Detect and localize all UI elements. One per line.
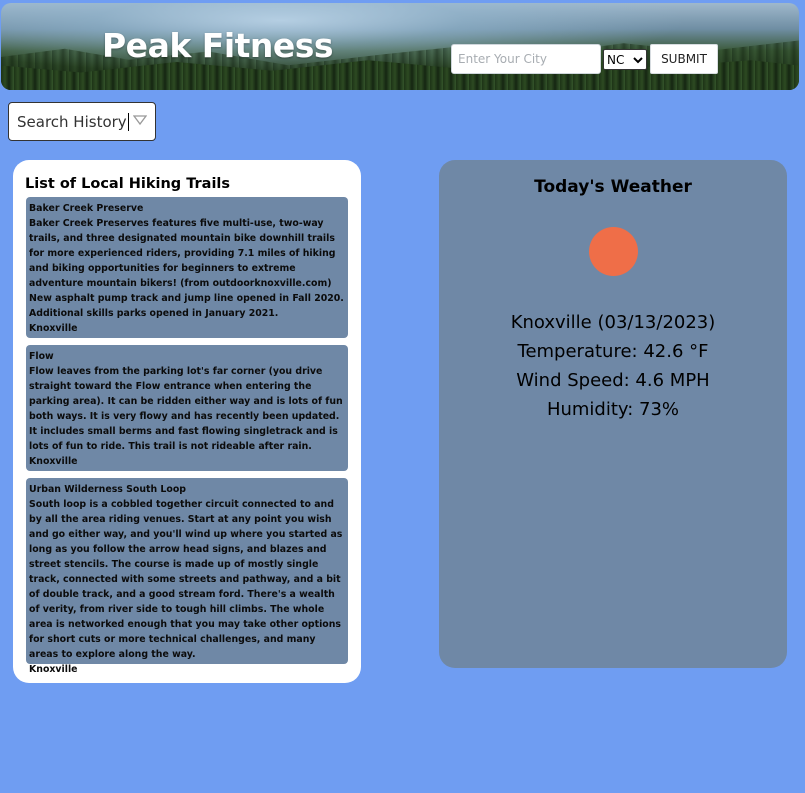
brand-title: Peak Fitness — [102, 26, 334, 65]
weather-humidity: Humidity: 73% — [546, 399, 680, 420]
weather-city-date: Knoxville (03/13/2023) — [510, 312, 716, 333]
trail-city: Knoxville — [29, 664, 78, 675]
search-history-label: Search History — [17, 112, 127, 131]
weather-wind-speed: Wind Speed: 4.6 MPH — [516, 370, 710, 391]
trail-name: Flow — [29, 351, 54, 362]
chevron-down-icon — [132, 114, 148, 130]
trails-title: List of Local Hiking Trails — [25, 176, 231, 192]
text-cursor — [127, 112, 129, 131]
submit-button[interactable]: SUBMIT — [650, 44, 718, 74]
state-select-value: NC — [607, 52, 625, 67]
trails-card: List of Local Hiking Trails Baker Creek … — [13, 160, 361, 683]
trail-card[interactable]: Urban Wilderness South Loop South loop i… — [26, 478, 348, 675]
trail-description: South loop is a cobbled together circuit… — [29, 499, 343, 660]
trail-city: Knoxville — [29, 323, 78, 334]
city-input[interactable] — [451, 44, 601, 74]
sun-icon — [589, 227, 638, 276]
trail-card[interactable]: Flow Flow leaves from the parking lot's … — [26, 345, 348, 471]
trail-city: Knoxville — [29, 456, 78, 467]
weather-title: Today's Weather — [534, 177, 692, 197]
trail-description: Baker Creek Preserves features five mult… — [29, 218, 344, 319]
state-select[interactable]: NC — [603, 49, 647, 70]
header-banner: Peak Fitness NC SUBMIT — [1, 3, 799, 90]
trail-card[interactable]: Baker Creek Preserve Baker Creek Preserv… — [26, 197, 348, 338]
trail-name: Baker Creek Preserve — [29, 203, 144, 214]
page: Peak Fitness NC SUBMIT Search History Li… — [0, 0, 805, 793]
weather-temperature: Temperature: 42.6 °F — [517, 341, 709, 362]
weather-card: Today's Weather Knoxville (03/13/2023) T… — [439, 160, 787, 668]
chevron-down-icon — [633, 53, 643, 70]
trail-description: Flow leaves from the parking lot's far c… — [29, 366, 343, 452]
search-history-dropdown[interactable]: Search History — [8, 102, 156, 141]
trail-name: Urban Wilderness South Loop — [29, 484, 186, 495]
